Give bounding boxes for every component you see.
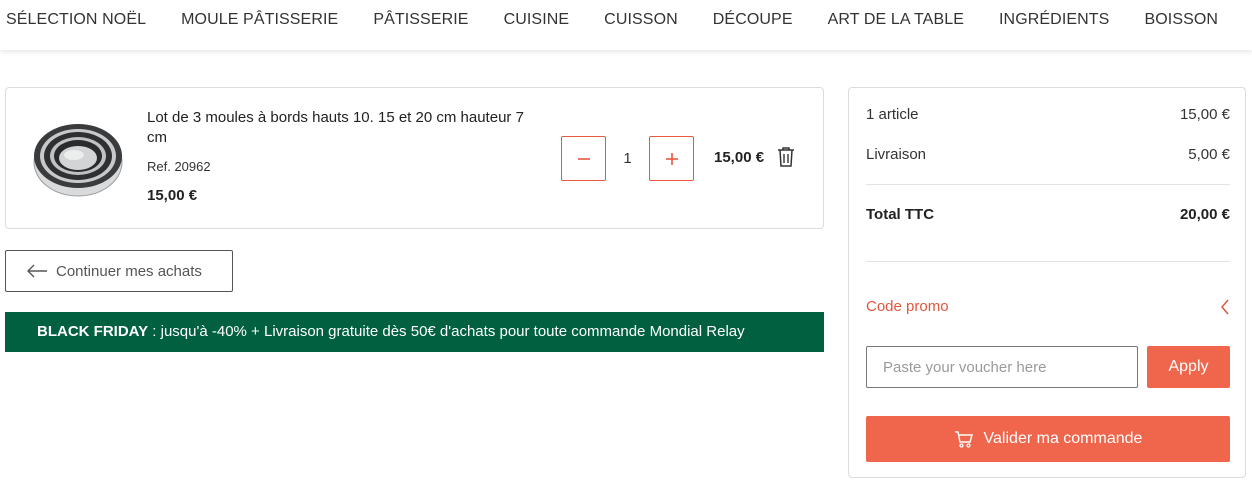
promo-code-toggle[interactable]: Code promo [866,298,1230,315]
summary-divider [866,184,1230,185]
trash-icon[interactable] [776,146,796,168]
articles-subtotal: 15,00 € [1179,106,1230,123]
nav-item-decoupe[interactable]: DÉCOUPE [713,11,793,29]
line-total-price: 15,00 € [714,149,765,166]
total-label: Total TTC [866,206,935,223]
product-reference: Ref. 20962 [147,159,211,174]
plus-icon [665,152,678,165]
promo-code-label: Code promo [866,298,949,315]
apply-voucher-button[interactable]: Apply [1147,346,1230,388]
shipping-label: Livraison [866,146,927,163]
continue-shopping-button[interactable]: Continuer mes achats [5,250,233,292]
cart-icon [954,430,974,448]
product-title[interactable]: Lot de 3 moules à bords hauts 10. 15 et … [147,108,547,148]
arrow-left-icon [27,264,47,278]
checkout-label: Valider ma commande [983,430,1143,447]
nav-item-moule-patisserie[interactable]: MOULE PÂTISSERIE [181,11,338,29]
articles-count-label: 1 article [866,106,919,123]
shipping-cost: 5,00 € [1188,146,1230,163]
nav-item-patisserie[interactable]: PÂTISSERIE [373,11,468,29]
summary-total-row: Total TTC 20,00 € [866,206,1230,223]
black-friday-banner: BLACK FRIDAY : jusqu'à -40% + Livraison … [5,312,824,352]
cart-item-card: Lot de 3 moules à bords hauts 10. 15 et … [5,87,824,229]
nav-item-cuisine[interactable]: CUISINE [504,11,570,29]
nav-item-art-de-la-table[interactable]: ART DE LA TABLE [828,11,964,29]
summary-divider [866,261,1230,262]
nav-item-selection-noel[interactable]: SÉLECTION NOËL [6,11,146,29]
total-amount: 20,00 € [1179,206,1230,223]
summary-articles-row: 1 article 15,00 € [866,106,1230,123]
order-summary: 1 article 15,00 € Livraison 5,00 € Total… [848,87,1246,478]
continue-shopping-label: Continuer mes achats [56,262,202,280]
nav-item-ingredients[interactable]: INGRÉDIENTS [999,11,1109,29]
voucher-code-input[interactable] [866,346,1138,388]
banner-text: : jusqu'à -40% + Livraison gratuite dès … [148,323,745,340]
nav-item-boisson[interactable]: BOISSON [1144,11,1218,29]
checkout-button[interactable]: Valider ma commande [866,416,1230,462]
main-navigation: SÉLECTION NOËL MOULE PÂTISSERIE PÂTISSER… [0,0,1252,50]
quantity-increase-button[interactable] [649,136,694,181]
banner-highlight: BLACK FRIDAY [37,323,149,340]
chevron-left-icon [1221,299,1229,314]
nav-list: SÉLECTION NOËL MOULE PÂTISSERIE PÂTISSER… [0,0,1252,40]
product-unit-price: 15,00 € [147,187,198,204]
summary-shipping-row: Livraison 5,00 € [866,146,1230,163]
nav-item-cuisson[interactable]: CUISSON [604,11,678,29]
quantity-value[interactable]: 1 [606,136,649,181]
quantity-decrease-button[interactable] [561,136,606,181]
minus-icon [577,157,590,160]
product-image[interactable] [28,116,128,198]
